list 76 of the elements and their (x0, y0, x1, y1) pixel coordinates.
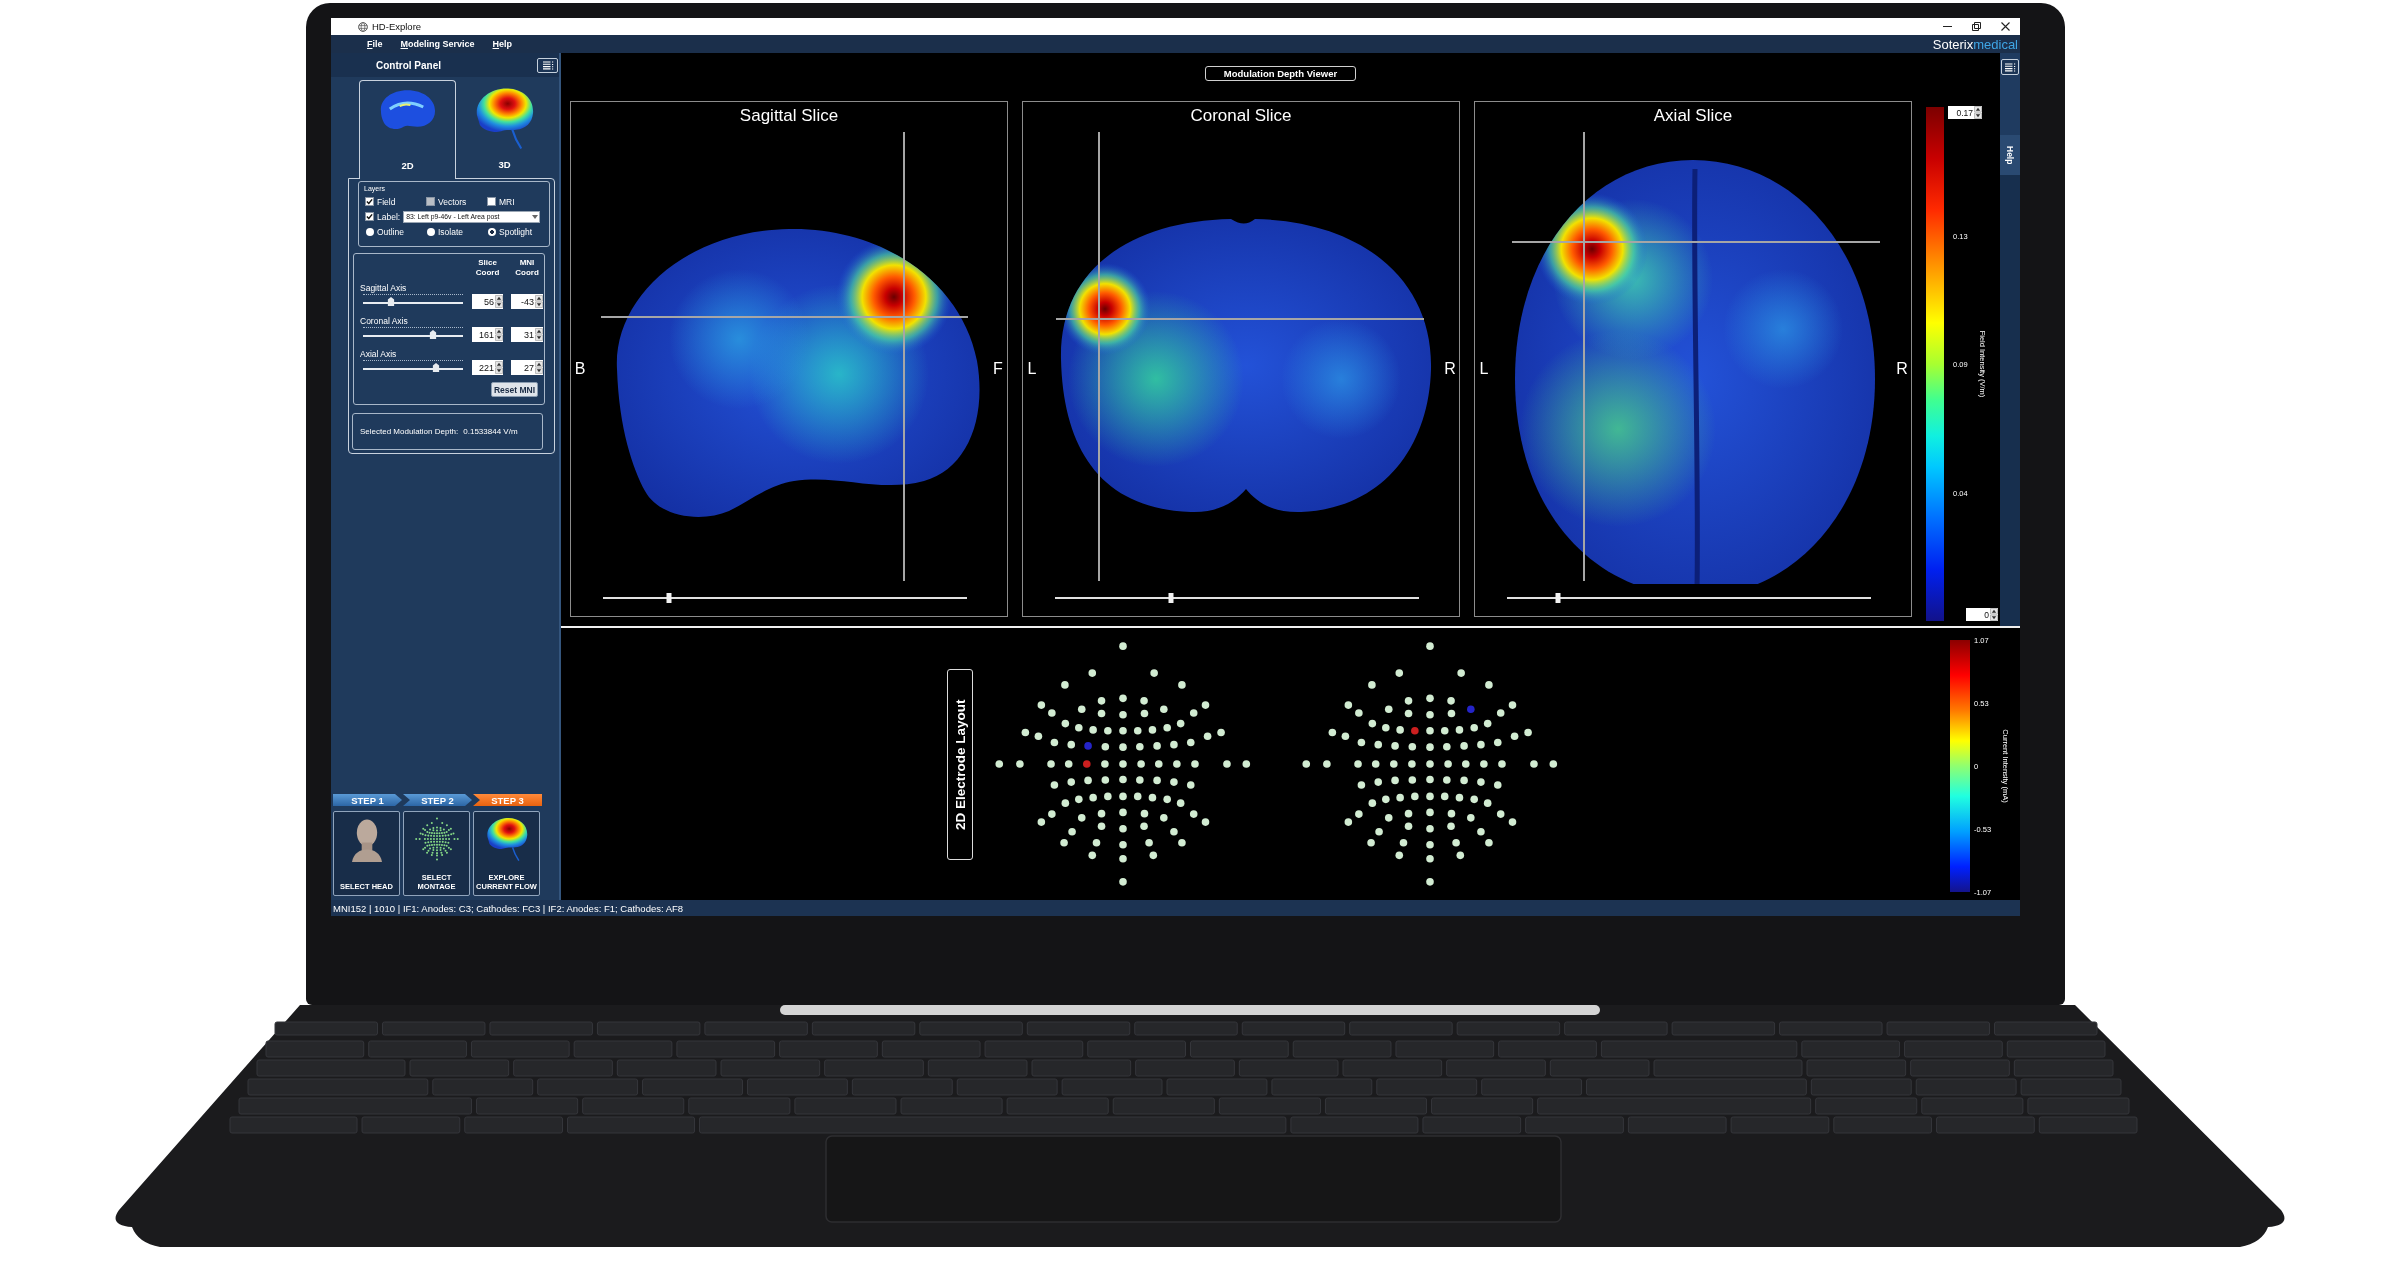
axis-label: Axial Axis (360, 348, 398, 360)
spinner-icon[interactable] (535, 328, 543, 341)
radio-label: Spotlight (499, 226, 533, 237)
checkbox[interactable] (487, 197, 496, 206)
globe-icon (358, 21, 368, 32)
slider-thumb[interactable] (666, 593, 671, 603)
viewer-title: Modulation Depth Viewer (1204, 66, 1357, 81)
check-icon (366, 213, 373, 220)
panel-title: Control Panel (376, 59, 441, 71)
slice-title: Axial Slice (1652, 105, 1734, 127)
radio-button[interactable] (366, 227, 374, 236)
help-menu-button[interactable] (2001, 59, 2019, 75)
axis-label: Sagittal Axis (360, 282, 408, 294)
checkbox-label: MRI (499, 196, 515, 207)
slider-thumb[interactable] (1168, 593, 1174, 603)
orientation-label: F (992, 360, 1004, 378)
menu-item[interactable]: File (362, 39, 388, 49)
colorbar-max-field[interactable]: 0.17 (1948, 106, 1982, 119)
close-icon (2001, 22, 2010, 31)
spinner-icon[interactable] (495, 328, 503, 341)
modulation-depth-value: 0.1533844 V/m (463, 427, 518, 436)
spinner-icon[interactable] (535, 361, 543, 374)
column-header: Slice Coord (474, 258, 501, 278)
checkbox[interactable] (365, 212, 374, 221)
reset-mni-button[interactable]: Reset MNI (490, 382, 538, 397)
checkbox-label: Field (377, 196, 396, 207)
slice-coord-field[interactable]: 56 (472, 294, 503, 309)
window-title: HD-Explore (372, 21, 422, 32)
spinner-icon[interactable] (495, 361, 503, 374)
step-tab[interactable]: STEP 1 (333, 794, 402, 806)
mni-coord-field[interactable]: -43 (511, 294, 543, 309)
slice-coord-field[interactable]: 161 (472, 327, 503, 342)
column-header: MNI Coord (514, 258, 540, 278)
checkbox[interactable] (365, 197, 374, 206)
radio-label: Isolate (438, 226, 464, 237)
section-label: 2D Electrode Layout (947, 668, 973, 860)
orientation-label: L (1478, 360, 1490, 378)
slider-thumb[interactable] (1555, 593, 1561, 603)
panel-menu-button[interactable] (537, 57, 558, 73)
check-icon (366, 198, 373, 205)
list-icon (541, 60, 554, 70)
checkbox-label: Vectors (438, 196, 467, 207)
checkbox-label: Label: (377, 211, 401, 222)
brand-logo: Soterixmedical (1932, 36, 2018, 52)
help-tab[interactable]: Help (2000, 135, 2020, 175)
radio-button[interactable] (427, 227, 435, 236)
mni-coord-field[interactable]: 31 (511, 327, 543, 342)
spinner-icon[interactable] (1974, 106, 1982, 119)
menu-item[interactable]: Modeling Service (395, 39, 480, 49)
view-tab[interactable]: 2D (359, 80, 456, 179)
slider-thumb[interactable] (432, 363, 440, 372)
spinner-icon[interactable] (1990, 608, 1998, 621)
orientation-label: L (1026, 360, 1038, 378)
slider-thumb[interactable] (429, 330, 437, 339)
mni-coord-field[interactable]: 27 (511, 360, 543, 375)
spinner-icon[interactable] (495, 295, 503, 308)
spinner-icon[interactable] (535, 295, 543, 308)
caret-icon (532, 214, 539, 219)
modulation-depth-label: Selected Modulation Depth: (360, 427, 459, 436)
axis-label: Coronal Axis (360, 315, 409, 327)
view-tab[interactable]: 3D (456, 80, 553, 178)
list-icon (2004, 62, 2016, 72)
radio-label: Outline (377, 226, 404, 237)
slider-thumb[interactable] (387, 297, 395, 306)
slice-title: Coronal Slice (1189, 105, 1293, 127)
orientation-label: R (1895, 360, 1909, 378)
colorbar-min-field[interactable]: 0 (1966, 608, 1998, 621)
slice-title: Sagittal Slice (738, 105, 840, 127)
orientation-label: R (1443, 360, 1457, 378)
orientation-label: B (573, 360, 587, 378)
step-tab[interactable]: STEP 2 (403, 794, 472, 806)
radio-button[interactable] (488, 227, 496, 236)
restore-icon (1972, 22, 1981, 31)
slice-coord-field[interactable]: 221 (472, 360, 503, 375)
menu-item[interactable]: Help (487, 39, 518, 49)
status-text: MNI152 | 1010 | IF1: Anodes: C3; Cathodes: FC3 | IF2: Anodes: F1; Cathodes: AF8 (333, 902, 684, 914)
